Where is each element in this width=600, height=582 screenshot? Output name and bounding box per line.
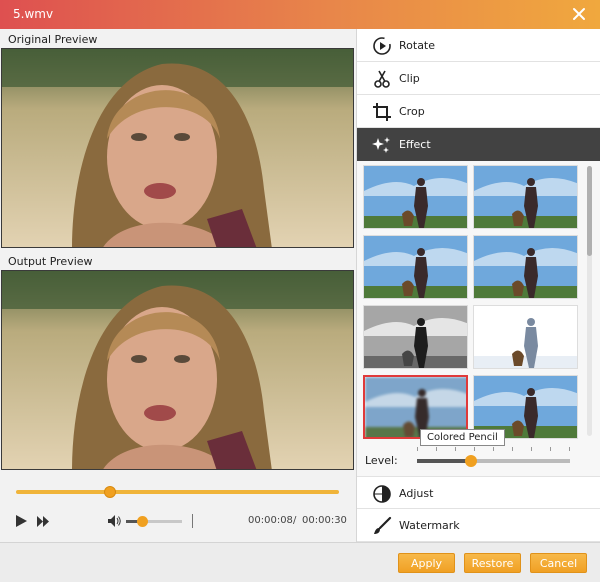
level-slider-handle[interactable] (464, 455, 477, 467)
menu-item-clip[interactable]: Clip (357, 62, 600, 95)
fast-forward-icon[interactable] (37, 516, 50, 527)
edit-sidebar: Rotate Clip Crop Effect Colored Pencil L… (356, 29, 600, 542)
brush-icon (374, 516, 392, 534)
preview-panel: Original Preview Output Preview 00:00:08… (0, 29, 356, 542)
level-ticks (417, 447, 570, 451)
menu-label-rotate: Rotate (399, 39, 436, 52)
menu-item-rotate[interactable]: Rotate (357, 29, 600, 62)
menu-item-watermark[interactable]: Watermark (357, 509, 600, 542)
dialog-footer: Apply Restore Cancel (0, 542, 600, 582)
window-title: 5.wmv (13, 7, 54, 21)
level-label: Level: (365, 454, 398, 467)
menu-item-adjust[interactable]: Adjust (357, 476, 600, 509)
effect-thumbnail[interactable] (363, 305, 468, 369)
original-preview-video (1, 48, 354, 248)
original-preview-label: Original Preview (8, 33, 98, 46)
menu-item-effect[interactable]: Effect (357, 128, 600, 161)
apply-button[interactable]: Apply (398, 553, 455, 573)
level-slider[interactable] (417, 455, 570, 467)
volume-icon[interactable] (108, 515, 122, 527)
effects-scrollbar-thumb[interactable] (587, 166, 592, 256)
effect-thumbnail[interactable] (363, 235, 468, 299)
volume-slider[interactable] (126, 516, 182, 527)
adjust-icon (373, 485, 391, 503)
playback-progress-bar[interactable] (16, 486, 339, 498)
volume-slider-handle[interactable] (136, 516, 148, 527)
menu-label-watermark: Watermark (399, 519, 460, 532)
current-time: 00:00:08 (248, 515, 293, 526)
menu-label-effect: Effect (399, 138, 431, 151)
menu-label-adjust: Adjust (399, 487, 434, 500)
play-icon[interactable] (14, 514, 28, 528)
effect-thumbnail[interactable] (473, 165, 578, 229)
menu-label-clip: Clip (399, 72, 420, 85)
restore-button[interactable]: Restore (464, 553, 521, 573)
effect-thumbnail[interactable] (473, 305, 578, 369)
rotate-icon (373, 37, 391, 55)
title-bar: 5.wmv (0, 0, 600, 29)
total-time: 00:00:30 (302, 515, 347, 526)
effects-scrollbar[interactable] (587, 166, 592, 436)
menu-item-crop[interactable]: Crop (357, 95, 600, 128)
level-slider-fill (417, 459, 471, 463)
effects-panel: Colored Pencil Level: (357, 161, 600, 476)
cancel-button[interactable]: Cancel (530, 553, 587, 573)
close-icon[interactable] (570, 5, 588, 23)
menu-label-crop: Crop (399, 105, 425, 118)
effect-thumbnail[interactable] (363, 165, 468, 229)
time-separator: / (293, 515, 297, 526)
effect-tooltip: Colored Pencil (420, 429, 505, 446)
sparkle-icon (372, 137, 390, 153)
output-preview-video (1, 270, 354, 470)
crop-icon (373, 103, 391, 121)
player-controls: 00:00:08 / 00:00:30 (0, 470, 356, 542)
controls-divider (192, 514, 193, 528)
effect-thumbnail[interactable] (473, 235, 578, 299)
scissors-icon (374, 70, 390, 88)
output-preview-label: Output Preview (8, 255, 93, 268)
playback-progress-handle[interactable] (103, 486, 116, 498)
